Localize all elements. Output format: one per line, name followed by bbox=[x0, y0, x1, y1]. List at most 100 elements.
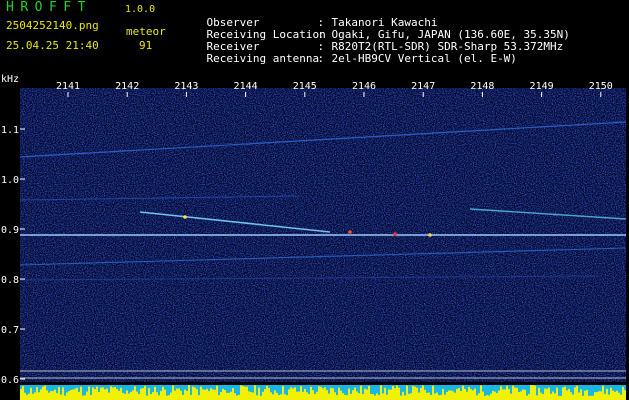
file-name: 2504252140.png bbox=[6, 19, 99, 32]
level-bar-segment bbox=[426, 392, 428, 400]
level-bar-segment bbox=[512, 385, 514, 400]
level-bar-segment bbox=[316, 391, 318, 400]
y-tick-label: 0.9 bbox=[1, 225, 19, 236]
level-bar-segment bbox=[354, 387, 356, 400]
level-bar-segment bbox=[308, 394, 310, 400]
level-bar-segment bbox=[100, 387, 102, 400]
level-bar-segment bbox=[538, 387, 540, 400]
level-bar-segment bbox=[494, 391, 496, 400]
meteor-label: meteor bbox=[126, 25, 166, 38]
level-bar-segment bbox=[360, 385, 362, 400]
level-bar-segment bbox=[622, 386, 624, 400]
level-bar-segment bbox=[228, 392, 230, 400]
level-bar-segment bbox=[424, 389, 426, 400]
level-bar-segment bbox=[472, 390, 474, 400]
level-bar-segment bbox=[370, 393, 372, 400]
level-bar-segment bbox=[66, 392, 68, 400]
level-bar-segment bbox=[324, 387, 326, 400]
level-bar-segment bbox=[304, 388, 306, 400]
level-bar-segment bbox=[548, 387, 550, 400]
level-bar-segment bbox=[88, 386, 90, 400]
level-bar-segment bbox=[586, 389, 588, 400]
level-bar-segment bbox=[546, 388, 548, 400]
level-bar-segment bbox=[452, 391, 454, 400]
level-bar-segment bbox=[158, 395, 160, 400]
level-bar-segment bbox=[492, 390, 494, 400]
level-bar-segment bbox=[60, 394, 62, 400]
level-bar-segment bbox=[524, 389, 526, 400]
level-bar-segment bbox=[34, 392, 36, 400]
level-bar-segment bbox=[216, 385, 218, 400]
level-bar-segment bbox=[350, 393, 352, 400]
level-bar-segment bbox=[20, 388, 22, 400]
level-bar-segment bbox=[376, 393, 378, 400]
level-bar-segment bbox=[394, 388, 396, 400]
level-bar-segment bbox=[54, 389, 56, 400]
level-bar-segment bbox=[540, 392, 542, 400]
level-bar-segment bbox=[446, 391, 448, 400]
level-bar-segment bbox=[182, 394, 184, 400]
level-bar-segment bbox=[610, 387, 612, 400]
level-bar-segment bbox=[198, 395, 200, 400]
level-bar-segment bbox=[544, 388, 546, 400]
y-tick-label: 0.7 bbox=[1, 325, 19, 336]
level-bar-segment bbox=[514, 387, 516, 400]
x-tick-label: 2144 bbox=[234, 81, 258, 92]
level-bar-segment bbox=[378, 395, 380, 400]
level-bar-segment bbox=[620, 394, 622, 400]
level-bar-segment bbox=[330, 387, 332, 400]
level-bar-segment bbox=[72, 389, 74, 400]
level-bar-segment bbox=[402, 391, 404, 400]
level-bar-segment bbox=[536, 395, 538, 400]
level-bar-segment bbox=[396, 385, 398, 400]
level-bar-segment bbox=[26, 394, 28, 400]
level-bar-segment bbox=[592, 395, 594, 400]
x-tick-label: 2143 bbox=[174, 81, 198, 92]
level-bar-segment bbox=[278, 395, 280, 400]
level-bar-segment bbox=[372, 394, 374, 400]
level-bar-segment bbox=[408, 393, 410, 400]
level-bar-segment bbox=[554, 393, 556, 400]
level-bar-segment bbox=[274, 390, 276, 400]
level-bar-segment bbox=[508, 389, 510, 400]
level-bar-segment bbox=[302, 391, 304, 400]
level-bar-segment bbox=[268, 388, 270, 400]
level-bar-segment bbox=[52, 391, 54, 400]
meteor-echo bbox=[348, 230, 352, 234]
level-bar-segment bbox=[156, 392, 158, 400]
level-bar-segment bbox=[50, 391, 52, 400]
meteor-count: 91 bbox=[139, 39, 153, 52]
level-bar-segment bbox=[168, 395, 170, 400]
level-bar-segment bbox=[292, 388, 294, 400]
level-bar-segment bbox=[528, 393, 530, 400]
level-bar-segment bbox=[242, 385, 244, 400]
level-bar-segment bbox=[230, 391, 232, 400]
level-bar-segment bbox=[24, 392, 26, 400]
level-bar-segment bbox=[552, 391, 554, 400]
level-bar-segment bbox=[490, 393, 492, 400]
level-bar-segment bbox=[416, 387, 418, 400]
level-bar-segment bbox=[142, 388, 144, 400]
level-bar-segment bbox=[386, 394, 388, 400]
y-tick-label: 1.1 bbox=[1, 125, 19, 136]
level-bar-segment bbox=[22, 386, 24, 400]
signal-level-bar bbox=[20, 385, 626, 400]
level-bar-segment bbox=[454, 392, 456, 400]
level-bar-segment bbox=[332, 388, 334, 400]
level-bar-segment bbox=[112, 387, 114, 400]
level-bar-segment bbox=[40, 389, 42, 400]
level-bar-segment bbox=[306, 392, 308, 400]
level-bar-segment bbox=[140, 388, 142, 400]
level-bar-segment bbox=[184, 389, 186, 400]
level-bar-segment bbox=[432, 385, 434, 400]
level-bar-segment bbox=[604, 393, 606, 400]
level-bar-segment bbox=[90, 395, 92, 400]
level-bar-segment bbox=[116, 388, 118, 400]
level-bar-segment bbox=[146, 395, 148, 400]
y-axis-unit: kHz bbox=[1, 74, 19, 85]
level-bar-segment bbox=[522, 389, 524, 400]
level-bar-segment bbox=[180, 390, 182, 400]
y-tick-label: 0.6 bbox=[1, 375, 19, 386]
level-bar-segment bbox=[218, 395, 220, 400]
level-bar-segment bbox=[534, 385, 536, 400]
